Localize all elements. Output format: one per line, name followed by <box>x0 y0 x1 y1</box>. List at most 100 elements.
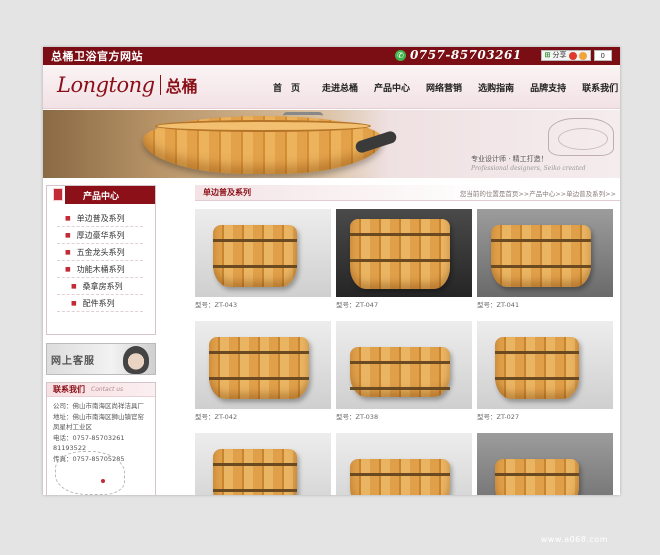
header: Longtong 总桶 首 页 走进总桶 产品中心 网络营销 选购指南 品牌支持… <box>43 65 620 109</box>
bathtub-shape <box>350 459 450 495</box>
nav-marketing[interactable]: 网络营销 <box>418 81 470 94</box>
product-image[interactable] <box>195 321 331 409</box>
product-image[interactable] <box>336 209 472 297</box>
product-image[interactable] <box>477 433 613 495</box>
product-card[interactable]: 型号：ZT-042 <box>195 321 331 425</box>
online-service-banner[interactable]: 网上客服 <box>46 343 156 375</box>
product-card[interactable]: 型号：ZT-047 <box>336 209 472 313</box>
map-outline <box>55 451 125 495</box>
product-card[interactable] <box>195 433 331 495</box>
top-bar: 总桶卫浴官方网站 ✆ 0757-85703261 ⊞ 分享 0 <box>43 47 620 65</box>
site-title: 总桶卫浴官方网站 <box>51 50 143 63</box>
website-frame: 总桶卫浴官方网站 ✆ 0757-85703261 ⊞ 分享 0 Longtong… <box>43 47 620 495</box>
plus-icon: ⊞ <box>544 51 551 59</box>
bathtub-shape <box>350 219 450 289</box>
category-header: 产品中心 <box>47 186 155 204</box>
contact-line: 公司：佛山市南海区尚祥洁具厂 <box>53 402 144 410</box>
logo-divider <box>159 75 161 95</box>
product-image[interactable] <box>477 321 613 409</box>
product-card[interactable] <box>477 433 613 495</box>
banner-slogan-english: Professional designers, Seiko created <box>471 165 586 172</box>
contact-title-english: Contact us <box>91 386 124 393</box>
contact-line: 凤星村工业区 <box>53 423 92 431</box>
product-model: 型号：ZT-043 <box>195 301 238 309</box>
phone-icon: ✆ <box>395 49 406 61</box>
series-title: 单边普及系列 <box>203 188 251 197</box>
bullet-icon: ■ <box>65 214 71 222</box>
category-item[interactable]: ■ 桑拿房系列 <box>57 278 143 295</box>
nav-about[interactable]: 走进总桶 <box>314 81 366 94</box>
series-header: 单边普及系列 您当前的位置是首页>>产品中心>>单边普及系列>> <box>195 185 620 201</box>
product-image[interactable] <box>195 209 331 297</box>
banner-slogan: 专业设计师 · 精工打造！ <box>471 155 548 163</box>
share-label: 分享 <box>552 51 567 59</box>
banner-bathtub-rim <box>155 120 371 132</box>
category-item[interactable]: ■ 五金龙头系列 <box>57 244 143 261</box>
contact-title: 联系我们 <box>53 385 85 394</box>
nav-contact[interactable]: 联系我们 <box>574 81 620 94</box>
nav-brand-support[interactable]: 品牌支持 <box>522 81 574 94</box>
contact-box: 联系我们 Contact us 公司：佛山市南海区尚祥洁具厂 地址：佛山市南海区… <box>46 382 156 495</box>
category-label: 配件系列 <box>82 298 115 308</box>
contact-line: 电话：0757-85703261 81193522 <box>53 433 125 453</box>
product-card[interactable] <box>336 433 472 495</box>
nav-home[interactable]: 首 页 <box>261 81 314 94</box>
contact-header: 联系我们 Contact us <box>47 383 155 397</box>
service-agent-avatar <box>123 346 149 374</box>
bullet-icon: ■ <box>71 282 77 290</box>
logo-english: Longtong <box>57 73 155 97</box>
sidebar: 产品中心 ■ 单边普及系列 ■ 厚边豪华系列 ■ 五金龙头系列 ■ 功能木桶系列 ■ 桑拿… <box>46 185 156 495</box>
bullet-icon: ■ <box>65 231 71 239</box>
bathtub-shape <box>209 337 309 399</box>
share-button[interactable]: ⊞ 分享 <box>540 50 591 61</box>
category-label: 五金龙头系列 <box>76 247 125 257</box>
map-pin-icon <box>101 479 105 483</box>
category-label: 单边普及系列 <box>76 213 125 223</box>
category-label: 桑拿房系列 <box>82 281 123 291</box>
category-label: 厚边豪华系列 <box>76 230 125 240</box>
watermark: www.a068.com <box>540 535 608 544</box>
phone-number: 0757-85703261 <box>410 48 522 62</box>
category-item[interactable]: ■ 单边普及系列 <box>57 210 143 227</box>
bullet-icon: ■ <box>65 248 71 256</box>
bathtub-shape <box>495 337 579 399</box>
qzone-icon[interactable] <box>578 51 587 60</box>
product-model: 型号：ZT-041 <box>477 301 520 309</box>
bathtub-shape <box>491 225 591 287</box>
bathtub-shape <box>495 459 579 495</box>
nav-products[interactable]: 产品中心 <box>366 81 418 94</box>
product-image[interactable] <box>336 433 472 495</box>
main-nav: 首 页 走进总桶 产品中心 网络营销 选购指南 品牌支持 联系我们 <box>261 81 620 94</box>
category-item[interactable]: ■ 配件系列 <box>57 295 143 312</box>
bathtub-shape <box>213 449 297 495</box>
share-count: 0 <box>593 50 612 61</box>
nav-guide[interactable]: 选购指南 <box>470 81 522 94</box>
product-image[interactable] <box>477 209 613 297</box>
logo-chinese: 总桶 <box>165 77 198 96</box>
product-card[interactable]: 型号：ZT-038 <box>336 321 472 425</box>
product-card[interactable]: 型号：ZT-043 <box>195 209 331 313</box>
logo[interactable]: Longtong 总桶 <box>57 73 198 97</box>
product-model: 型号：ZT-042 <box>195 413 238 421</box>
product-model: 型号：ZT-047 <box>336 301 379 309</box>
category-item[interactable]: ■ 功能木桶系列 <box>57 261 143 278</box>
bathtub-shape <box>350 347 450 397</box>
service-label: 网上客服 <box>51 356 95 367</box>
product-model: 型号：ZT-038 <box>336 413 379 421</box>
category-box: 产品中心 ■ 单边普及系列 ■ 厚边豪华系列 ■ 五金龙头系列 ■ 功能木桶系列 ■ 桑拿… <box>46 185 156 335</box>
category-title: 产品中心 <box>83 191 120 202</box>
product-card[interactable]: 型号：ZT-027 <box>477 321 613 425</box>
product-card[interactable]: 型号：ZT-041 <box>477 209 613 313</box>
share-widget: ⊞ 分享 0 <box>540 50 612 61</box>
category-icon <box>53 188 63 201</box>
category-item[interactable]: ■ 厚边豪华系列 <box>57 227 143 244</box>
product-image[interactable] <box>195 433 331 495</box>
weibo-icon[interactable] <box>568 51 577 60</box>
product-image[interactable] <box>336 321 472 409</box>
bathtub-shape <box>213 225 297 287</box>
breadcrumb: 您当前的位置是首页>>产品中心>>单边普及系列>> <box>459 189 616 198</box>
hero-banner: 专业设计师 · 精工打造！ Professional designers, Se… <box>43 110 620 178</box>
banner-sketch-inner <box>558 128 608 150</box>
phone-block: ✆ 0757-85703261 <box>395 48 522 62</box>
product-model: 型号：ZT-027 <box>477 413 520 421</box>
